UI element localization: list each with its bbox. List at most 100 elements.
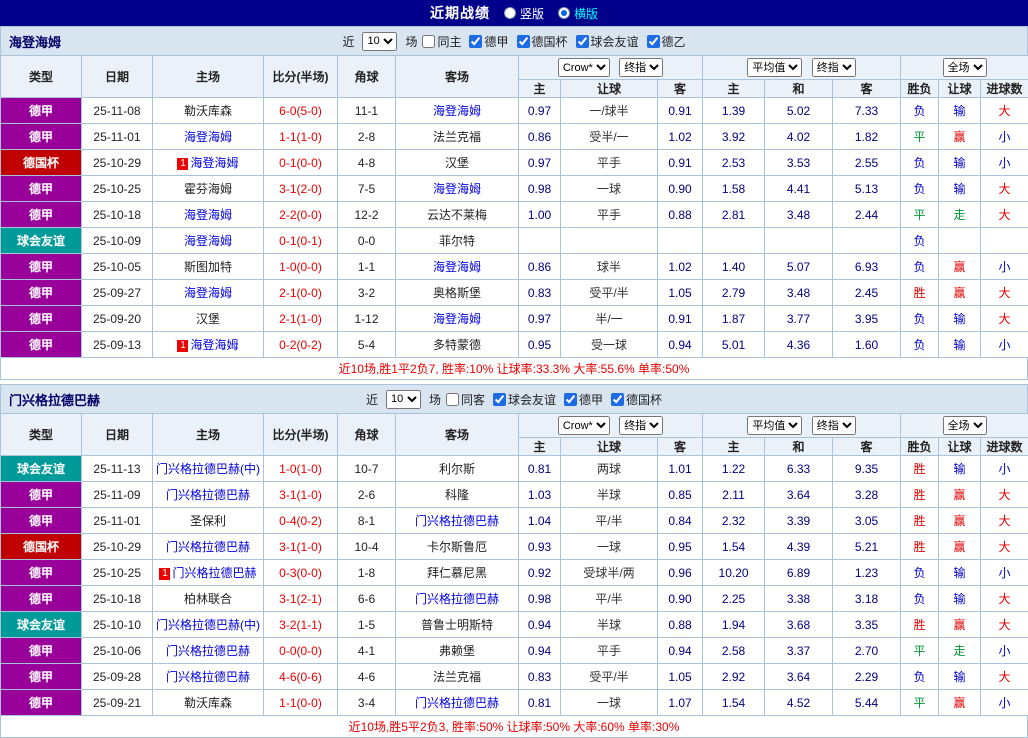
team-name-link[interactable]: 海登海姆 xyxy=(433,312,481,326)
team-name-link[interactable]: 圣保利 xyxy=(190,514,226,528)
score-link[interactable]: 3-1(2-1) xyxy=(264,586,338,612)
average-final-select[interactable]: 终指 xyxy=(812,416,856,435)
score-link[interactable]: 1-1(1-0) xyxy=(264,124,338,150)
score-link[interactable]: 1-0(0-0) xyxy=(264,254,338,280)
team-name-link[interactable]: 勒沃库森 xyxy=(184,696,232,710)
score-link[interactable]: 6-0(5-0) xyxy=(264,98,338,124)
score-link[interactable]: 0-2(0-2) xyxy=(264,332,338,358)
score-link[interactable]: 3-1(2-0) xyxy=(264,176,338,202)
score-link[interactable]: 0-1(0-0) xyxy=(264,150,338,176)
crown-company-select[interactable]: Crow* xyxy=(558,416,610,435)
team-name-link[interactable]: 海登海姆 xyxy=(190,338,238,352)
team-name-link[interactable]: 海登海姆 xyxy=(190,156,238,170)
team-name-link[interactable]: 霍芬海姆 xyxy=(184,182,232,196)
team-name-link[interactable]: 柏林联合 xyxy=(184,592,232,606)
filter-checkbox-同主[interactable]: 同主 xyxy=(422,33,461,50)
score-link[interactable]: 3-2(1-1) xyxy=(264,612,338,638)
checkbox-input[interactable] xyxy=(422,35,435,48)
match-date: 25-10-10 xyxy=(82,612,153,638)
crown-company-select[interactable]: Crow* xyxy=(558,58,610,77)
team-name-link[interactable]: 海登海姆 xyxy=(184,286,232,300)
team-name-link[interactable]: 门兴格拉德巴赫(中) xyxy=(156,462,260,476)
filter-checkbox-球会友谊[interactable]: 球会友谊 xyxy=(576,33,639,50)
team-name-link[interactable]: 科隆 xyxy=(445,488,469,502)
average-select[interactable]: 平均值 xyxy=(747,416,802,435)
checkbox-input[interactable] xyxy=(564,393,577,406)
checkbox-input[interactable] xyxy=(469,35,482,48)
score-link[interactable]: 2-1(1-0) xyxy=(264,306,338,332)
team-name-link[interactable]: 菲尔特 xyxy=(439,234,475,248)
average-final-select[interactable]: 终指 xyxy=(812,58,856,77)
team-name-link[interactable]: 门兴格拉德巴赫 xyxy=(415,592,499,606)
crown-final-select[interactable]: 终指 xyxy=(619,58,663,77)
layout-option-vertical[interactable]: 竖版 xyxy=(504,5,544,22)
team-name-link[interactable]: 海登海姆 xyxy=(184,130,232,144)
team-name-link[interactable]: 奥格斯堡 xyxy=(433,286,481,300)
score-link[interactable]: 2-2(0-0) xyxy=(264,202,338,228)
team-name-link[interactable]: 门兴格拉德巴赫 xyxy=(166,670,250,684)
score-link[interactable]: 2-1(0-0) xyxy=(264,280,338,306)
score-link[interactable]: 0-0(0-0) xyxy=(264,638,338,664)
team-name-link[interactable]: 法兰克福 xyxy=(433,670,481,684)
filter-checkbox-德国杯[interactable]: 德国杯 xyxy=(611,391,662,408)
match-count-select[interactable]: 10 xyxy=(386,390,421,409)
team-name-link[interactable]: 弗赖堡 xyxy=(439,644,475,658)
score-link[interactable]: 4-6(0-6) xyxy=(264,664,338,690)
team-name-link[interactable]: 多特蒙德 xyxy=(433,338,481,352)
filter-checkbox-德甲[interactable]: 德甲 xyxy=(564,391,603,408)
team-name-link[interactable]: 汉堡 xyxy=(196,312,220,326)
filters-bar: 近 10 场 同客球会友谊德甲德国杯 xyxy=(366,390,662,409)
team-name-link[interactable]: 门兴格拉德巴赫 xyxy=(415,696,499,710)
score-link[interactable]: 1-1(0-0) xyxy=(264,690,338,716)
team-name-link[interactable]: 斯图加特 xyxy=(184,260,232,274)
score-link[interactable]: 0-4(0-2) xyxy=(264,508,338,534)
score-link[interactable]: 3-1(1-0) xyxy=(264,534,338,560)
team-name-link[interactable]: 门兴格拉德巴赫 xyxy=(166,488,250,502)
team-name-link[interactable]: 云达不莱梅 xyxy=(427,208,487,222)
avg-draw-odds: 4.02 xyxy=(765,124,833,150)
avg-away-odds: 2.45 xyxy=(833,280,901,306)
team-name-link[interactable]: 门兴格拉德巴赫 xyxy=(172,566,256,580)
team-name-link[interactable]: 普鲁士明斯特 xyxy=(421,618,493,632)
filter-checkbox-德国杯[interactable]: 德国杯 xyxy=(517,33,568,50)
team-name-link[interactable]: 海登海姆 xyxy=(433,104,481,118)
match-count-select[interactable]: 10 xyxy=(362,32,397,51)
score-link[interactable]: 0-3(0-0) xyxy=(264,560,338,586)
average-select[interactable]: 平均值 xyxy=(747,58,802,77)
team-name-link[interactable]: 门兴格拉德巴赫 xyxy=(415,514,499,528)
checkbox-input[interactable] xyxy=(576,35,589,48)
avg-away-odds: 2.29 xyxy=(833,664,901,690)
col-result: 胜负 xyxy=(901,438,939,456)
scope-select[interactable]: 全场 xyxy=(943,416,987,435)
team-name-link[interactable]: 拜仁慕尼黑 xyxy=(427,566,487,580)
score-link[interactable]: 0-1(0-1) xyxy=(264,228,338,254)
team-name-link[interactable]: 利尔斯 xyxy=(439,462,475,476)
team-name-link[interactable]: 勒沃库森 xyxy=(184,104,232,118)
filter-checkbox-同客[interactable]: 同客 xyxy=(446,391,485,408)
team-name-link[interactable]: 卡尔斯鲁厄 xyxy=(427,540,487,554)
team-name-link[interactable]: 门兴格拉德巴赫 xyxy=(166,540,250,554)
filter-checkbox-德甲[interactable]: 德甲 xyxy=(469,33,508,50)
filter-checkbox-球会友谊[interactable]: 球会友谊 xyxy=(493,391,556,408)
team-name-link[interactable]: 海登海姆 xyxy=(184,234,232,248)
crown-final-select[interactable]: 终指 xyxy=(619,416,663,435)
layout-option-horizontal[interactable]: 横版 xyxy=(558,5,598,22)
corner-count: 10-7 xyxy=(338,456,396,482)
checkbox-input[interactable] xyxy=(611,393,624,406)
checkbox-input[interactable] xyxy=(446,393,459,406)
filter-checkbox-德乙[interactable]: 德乙 xyxy=(647,33,686,50)
team-name-link[interactable]: 海登海姆 xyxy=(184,208,232,222)
checkbox-input[interactable] xyxy=(493,393,506,406)
team-name-link[interactable]: 门兴格拉德巴赫(中) xyxy=(156,618,260,632)
avg-home-odds: 2.11 xyxy=(703,482,765,508)
team-name-link[interactable]: 海登海姆 xyxy=(433,260,481,274)
team-name-link[interactable]: 法兰克福 xyxy=(433,130,481,144)
scope-select[interactable]: 全场 xyxy=(943,58,987,77)
checkbox-input[interactable] xyxy=(517,35,530,48)
checkbox-input[interactable] xyxy=(647,35,660,48)
score-link[interactable]: 3-1(1-0) xyxy=(264,482,338,508)
team-name-link[interactable]: 门兴格拉德巴赫 xyxy=(166,644,250,658)
score-link[interactable]: 1-0(1-0) xyxy=(264,456,338,482)
team-name-link[interactable]: 汉堡 xyxy=(445,156,469,170)
team-name-link[interactable]: 海登海姆 xyxy=(433,182,481,196)
